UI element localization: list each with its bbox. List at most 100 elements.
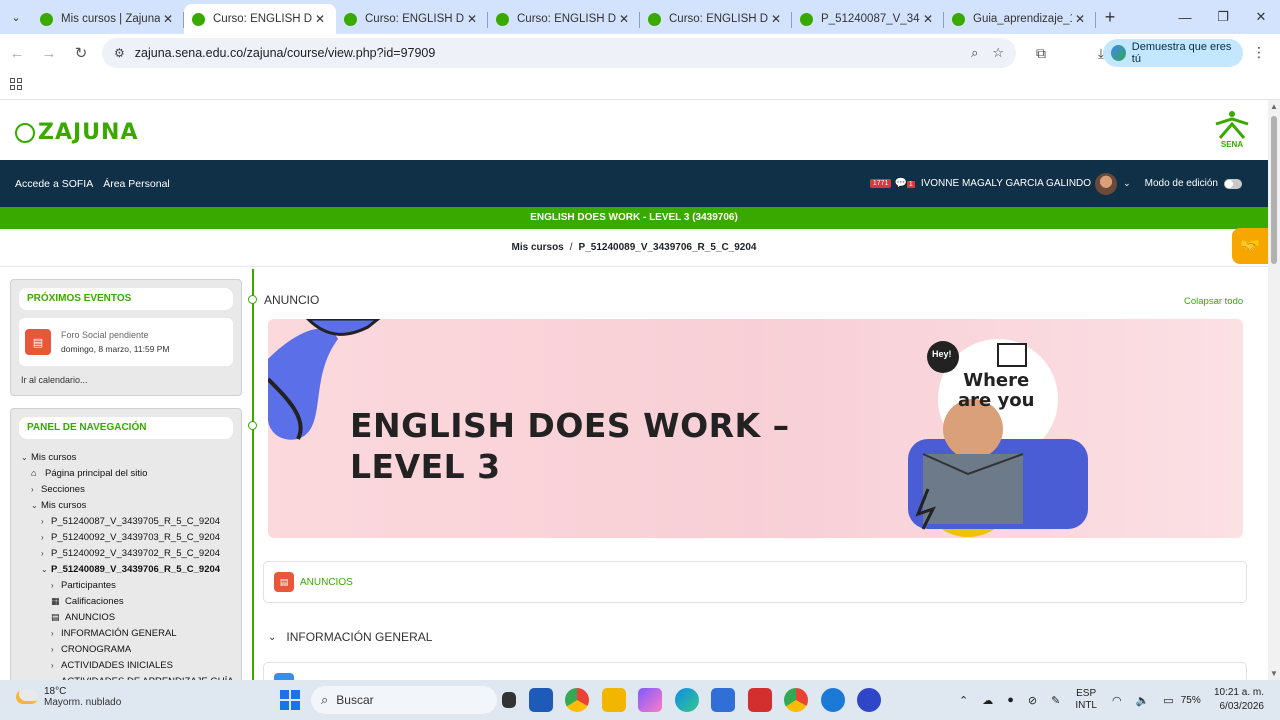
nav-tree-item[interactable]: ▤ ANUNCIOS: [21, 609, 241, 625]
chevron-right-icon[interactable]: ›: [51, 645, 61, 654]
close-tab-icon[interactable]: ✕: [1072, 12, 1088, 26]
nav-tree-label[interactable]: P_51240092_V_3439702_R_5_C_9204: [51, 548, 220, 559]
nav-tree-label[interactable]: P_51240092_V_3439703_R_5_C_9204: [51, 532, 220, 543]
nav-tree-label[interactable]: Secciones: [41, 484, 85, 495]
new-tab-button[interactable]: +: [1096, 7, 1124, 28]
nav-tree-item[interactable]: › CRONOGRAMA: [21, 641, 241, 657]
nav-tree-item[interactable]: › P_51240087_V_3439705_R_5_C_9204: [21, 513, 241, 529]
nav-tree-label[interactable]: Mis cursos: [31, 452, 76, 463]
chevron-right-icon[interactable]: ›: [31, 485, 41, 494]
browser-tab[interactable]: Curso: ENGLISH DOES✕: [488, 4, 640, 34]
nav-tree-item[interactable]: ⌄ P_51240089_V_3439706_R_5_C_9204: [21, 561, 241, 577]
chevron-right-icon[interactable]: ›: [51, 581, 61, 590]
close-tab-icon[interactable]: ✕: [464, 12, 480, 26]
close-window-icon[interactable]: ✕: [1242, 0, 1280, 34]
nav-tree-item[interactable]: › INFORMACIÓN GENERAL: [21, 625, 241, 641]
browser-tab[interactable]: Guia_aprendizaje_1.p✕: [944, 4, 1096, 34]
scroll-up-icon[interactable]: ▲: [1270, 102, 1278, 111]
nav-tree-item[interactable]: › Secciones: [21, 481, 241, 497]
close-tab-icon[interactable]: ✕: [768, 12, 784, 26]
chevron-right-icon[interactable]: ›: [51, 661, 61, 670]
browser-tab[interactable]: Curso: ENGLISH DOES✕: [336, 4, 488, 34]
network-off-icon[interactable]: ⊘: [1028, 694, 1037, 707]
next-module-card[interactable]: [263, 662, 1247, 680]
profile-button[interactable]: Demuestra que eres tú: [1103, 39, 1243, 67]
user-name[interactable]: IVONNE MAGALY GARCIA GALINDO: [921, 178, 1091, 189]
battery-icon[interactable]: ▭: [1163, 694, 1173, 707]
nav-tree-item[interactable]: ›ACTIVIDADES DE APRENDIZAJE GUÍA: [21, 673, 241, 681]
volume-icon[interactable]: 🔈: [1136, 694, 1150, 707]
wifi-icon[interactable]: ◠: [1112, 694, 1122, 707]
restore-icon[interactable]: ❐: [1204, 0, 1242, 34]
help-handshake-icon[interactable]: 🤝: [1232, 228, 1268, 264]
url-bar[interactable]: ⚙ zajuna.sena.edu.co/zajuna/course/view.…: [102, 38, 1016, 68]
weather-widget[interactable]: 18°C Mayorm. nublado: [16, 686, 121, 708]
chevron-down-icon[interactable]: ⌄: [268, 632, 276, 643]
chevron-right-icon[interactable]: ›: [41, 549, 51, 558]
close-tab-icon[interactable]: ✕: [312, 12, 328, 26]
announcements-module[interactable]: ▤ ANUNCIOS: [263, 561, 1247, 603]
taskbar-search[interactable]: ⌕ Buscar: [311, 686, 497, 714]
language-indicator[interactable]: ESP INTL: [1075, 688, 1097, 712]
scrollbar-thumb[interactable]: [1271, 116, 1277, 264]
reload-button[interactable]: ↻: [66, 38, 96, 68]
nav-tree-label[interactable]: CRONOGRAMA: [61, 644, 131, 655]
nav-tree-item[interactable]: › ACTIVIDADES INICIALES: [21, 657, 241, 673]
copilot-icon[interactable]: [638, 688, 662, 712]
nav-tree-item[interactable]: › P_51240092_V_3439702_R_5_C_9204: [21, 545, 241, 561]
announcements-link[interactable]: ANUNCIOS: [300, 577, 353, 588]
chevron-down-icon[interactable]: ⌄: [31, 501, 41, 510]
calendar-link[interactable]: Ir al calendario...: [21, 375, 241, 385]
avatar[interactable]: [1095, 172, 1118, 195]
close-tab-icon[interactable]: ✕: [160, 12, 176, 26]
chevron-right-icon[interactable]: ›: [41, 533, 51, 542]
chevron-right-icon[interactable]: ›: [41, 517, 51, 526]
nav-tree-label[interactable]: ACTIVIDADES INICIALES: [61, 660, 173, 671]
browser-tab[interactable]: Mis cursos | Zajuna ✕: [32, 4, 184, 34]
file-explorer-icon[interactable]: [601, 688, 626, 712]
edge-icon[interactable]: [674, 688, 699, 712]
office-icon[interactable]: [747, 688, 772, 712]
nav-tree-item[interactable]: › Participantes: [21, 577, 241, 593]
browser-tab[interactable]: Curso: ENGLISH DOES✕: [184, 4, 336, 34]
nav-tree-item[interactable]: ⌄ Mis cursos: [21, 497, 241, 513]
browser-tab[interactable]: P_51240087_V_3439✕: [792, 4, 944, 34]
url-text[interactable]: zajuna.sena.edu.co/zajuna/course/view.ph…: [135, 46, 957, 60]
tab-search-dropdown[interactable]: ⌄: [0, 0, 32, 34]
nav-tree-label[interactable]: P_51240089_V_3439706_R_5_C_9204: [51, 564, 220, 575]
notifications-badge[interactable]: 1771: [869, 179, 892, 188]
chevron-up-icon[interactable]: ⌃: [959, 694, 968, 707]
messages-icon[interactable]: 💬 1: [894, 178, 915, 189]
extensions-icon[interactable]: ⧉: [1026, 45, 1056, 62]
section-title-anuncio[interactable]: ANUNCIO: [264, 293, 319, 307]
nav-tree-item[interactable]: › P_51240092_V_3439703_R_5_C_9204: [21, 529, 241, 545]
bookmark-star-icon[interactable]: ☆: [992, 45, 1004, 61]
windows-start-icon[interactable]: [280, 690, 300, 710]
edit-mode-toggle[interactable]: [1224, 178, 1242, 189]
user-menu-chevron-icon[interactable]: ⌄: [1123, 178, 1131, 189]
chrome-icon[interactable]: [565, 688, 589, 712]
store-icon[interactable]: [528, 688, 553, 712]
zoom-icon[interactable]: ⌕: [971, 45, 978, 61]
browser-menu-icon[interactable]: ⋮: [1252, 44, 1266, 61]
onedrive-icon[interactable]: ☁: [982, 694, 993, 707]
app-tray-icon[interactable]: ●: [1007, 694, 1014, 706]
pen-app-icon[interactable]: [711, 688, 735, 712]
nav-tree-label[interactable]: Mis cursos: [41, 500, 86, 511]
nav-tree-label[interactable]: Participantes: [61, 580, 116, 591]
nav-tree-label[interactable]: P_51240087_V_3439705_R_5_C_9204: [51, 516, 220, 527]
task-view-icon[interactable]: [502, 692, 516, 708]
nav-link-sofia[interactable]: Accede a SOFIA: [15, 178, 93, 190]
apps-grid-icon[interactable]: [10, 78, 22, 90]
event-name[interactable]: Foro Social pendiente: [61, 330, 170, 340]
close-tab-icon[interactable]: ✕: [920, 12, 936, 26]
browser-app-icon[interactable]: [820, 688, 845, 712]
nav-link-area-personal[interactable]: Área Personal: [103, 178, 170, 190]
zajuna-logo[interactable]: ZAJUNA: [15, 120, 138, 145]
collapse-all-link[interactable]: Colapsar todo: [1184, 296, 1243, 307]
page-scrollbar[interactable]: ▲ ▼: [1268, 100, 1280, 680]
nav-tree-label[interactable]: Página principal del sitio: [45, 468, 147, 479]
zoom-app-icon[interactable]: [857, 688, 881, 712]
browser-tab[interactable]: Curso: ENGLISH DOES✕: [640, 4, 792, 34]
close-tab-icon[interactable]: ✕: [616, 12, 632, 26]
